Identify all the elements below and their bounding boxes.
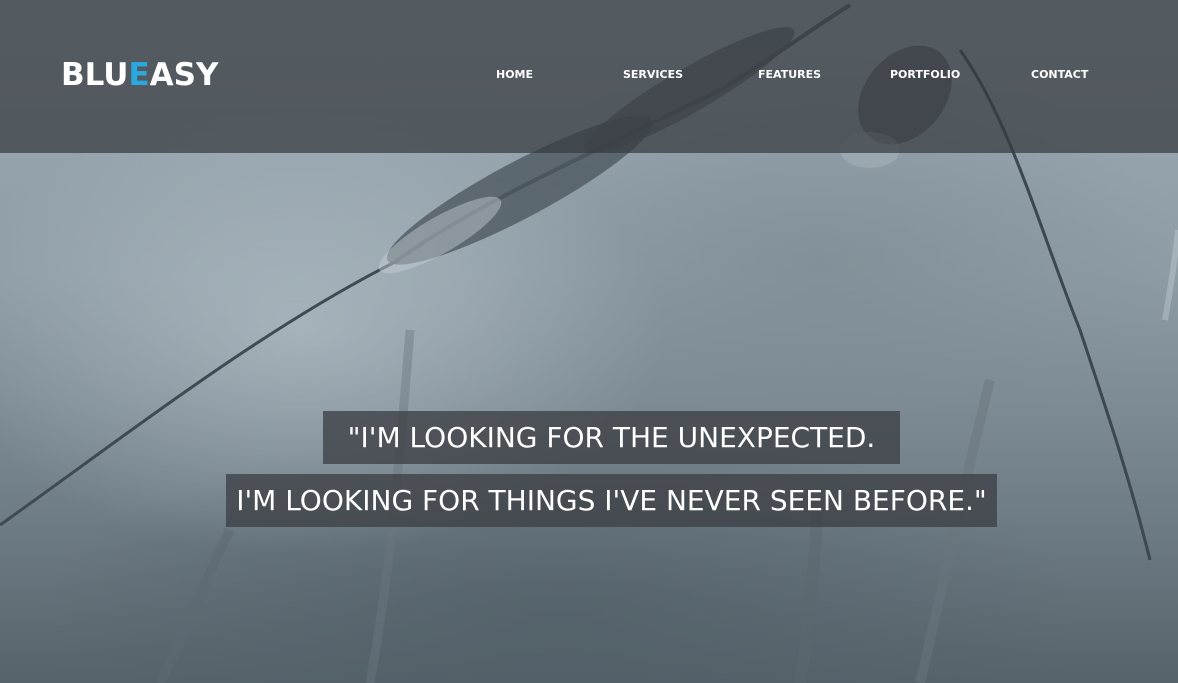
nav-features-link[interactable]: FEATURES [758,66,821,84]
hero-quote-line-1: "I'M LOOKING FOR THE UNEXPECTED. [323,411,900,464]
nav-portfolio-link[interactable]: PORTFOLIO [890,66,960,84]
logo-text-accent: E [128,57,150,93]
nav-services-link[interactable]: SERVICES [623,66,683,84]
brand-logo[interactable]: BLUEASY [61,55,218,95]
logo-text-part1: BLU [61,57,129,93]
logo-text-part2: ASY [149,57,219,93]
nav-contact-link[interactable]: CONTACT [1031,66,1088,84]
site-header: BLUEASY HOME SERVICES FEATURES PORTFOLIO… [0,0,1178,153]
nav-home-link[interactable]: HOME [496,66,533,84]
hero-quote-line-2: I'M LOOKING FOR THINGS I'VE NEVER SEEN B… [226,474,997,527]
